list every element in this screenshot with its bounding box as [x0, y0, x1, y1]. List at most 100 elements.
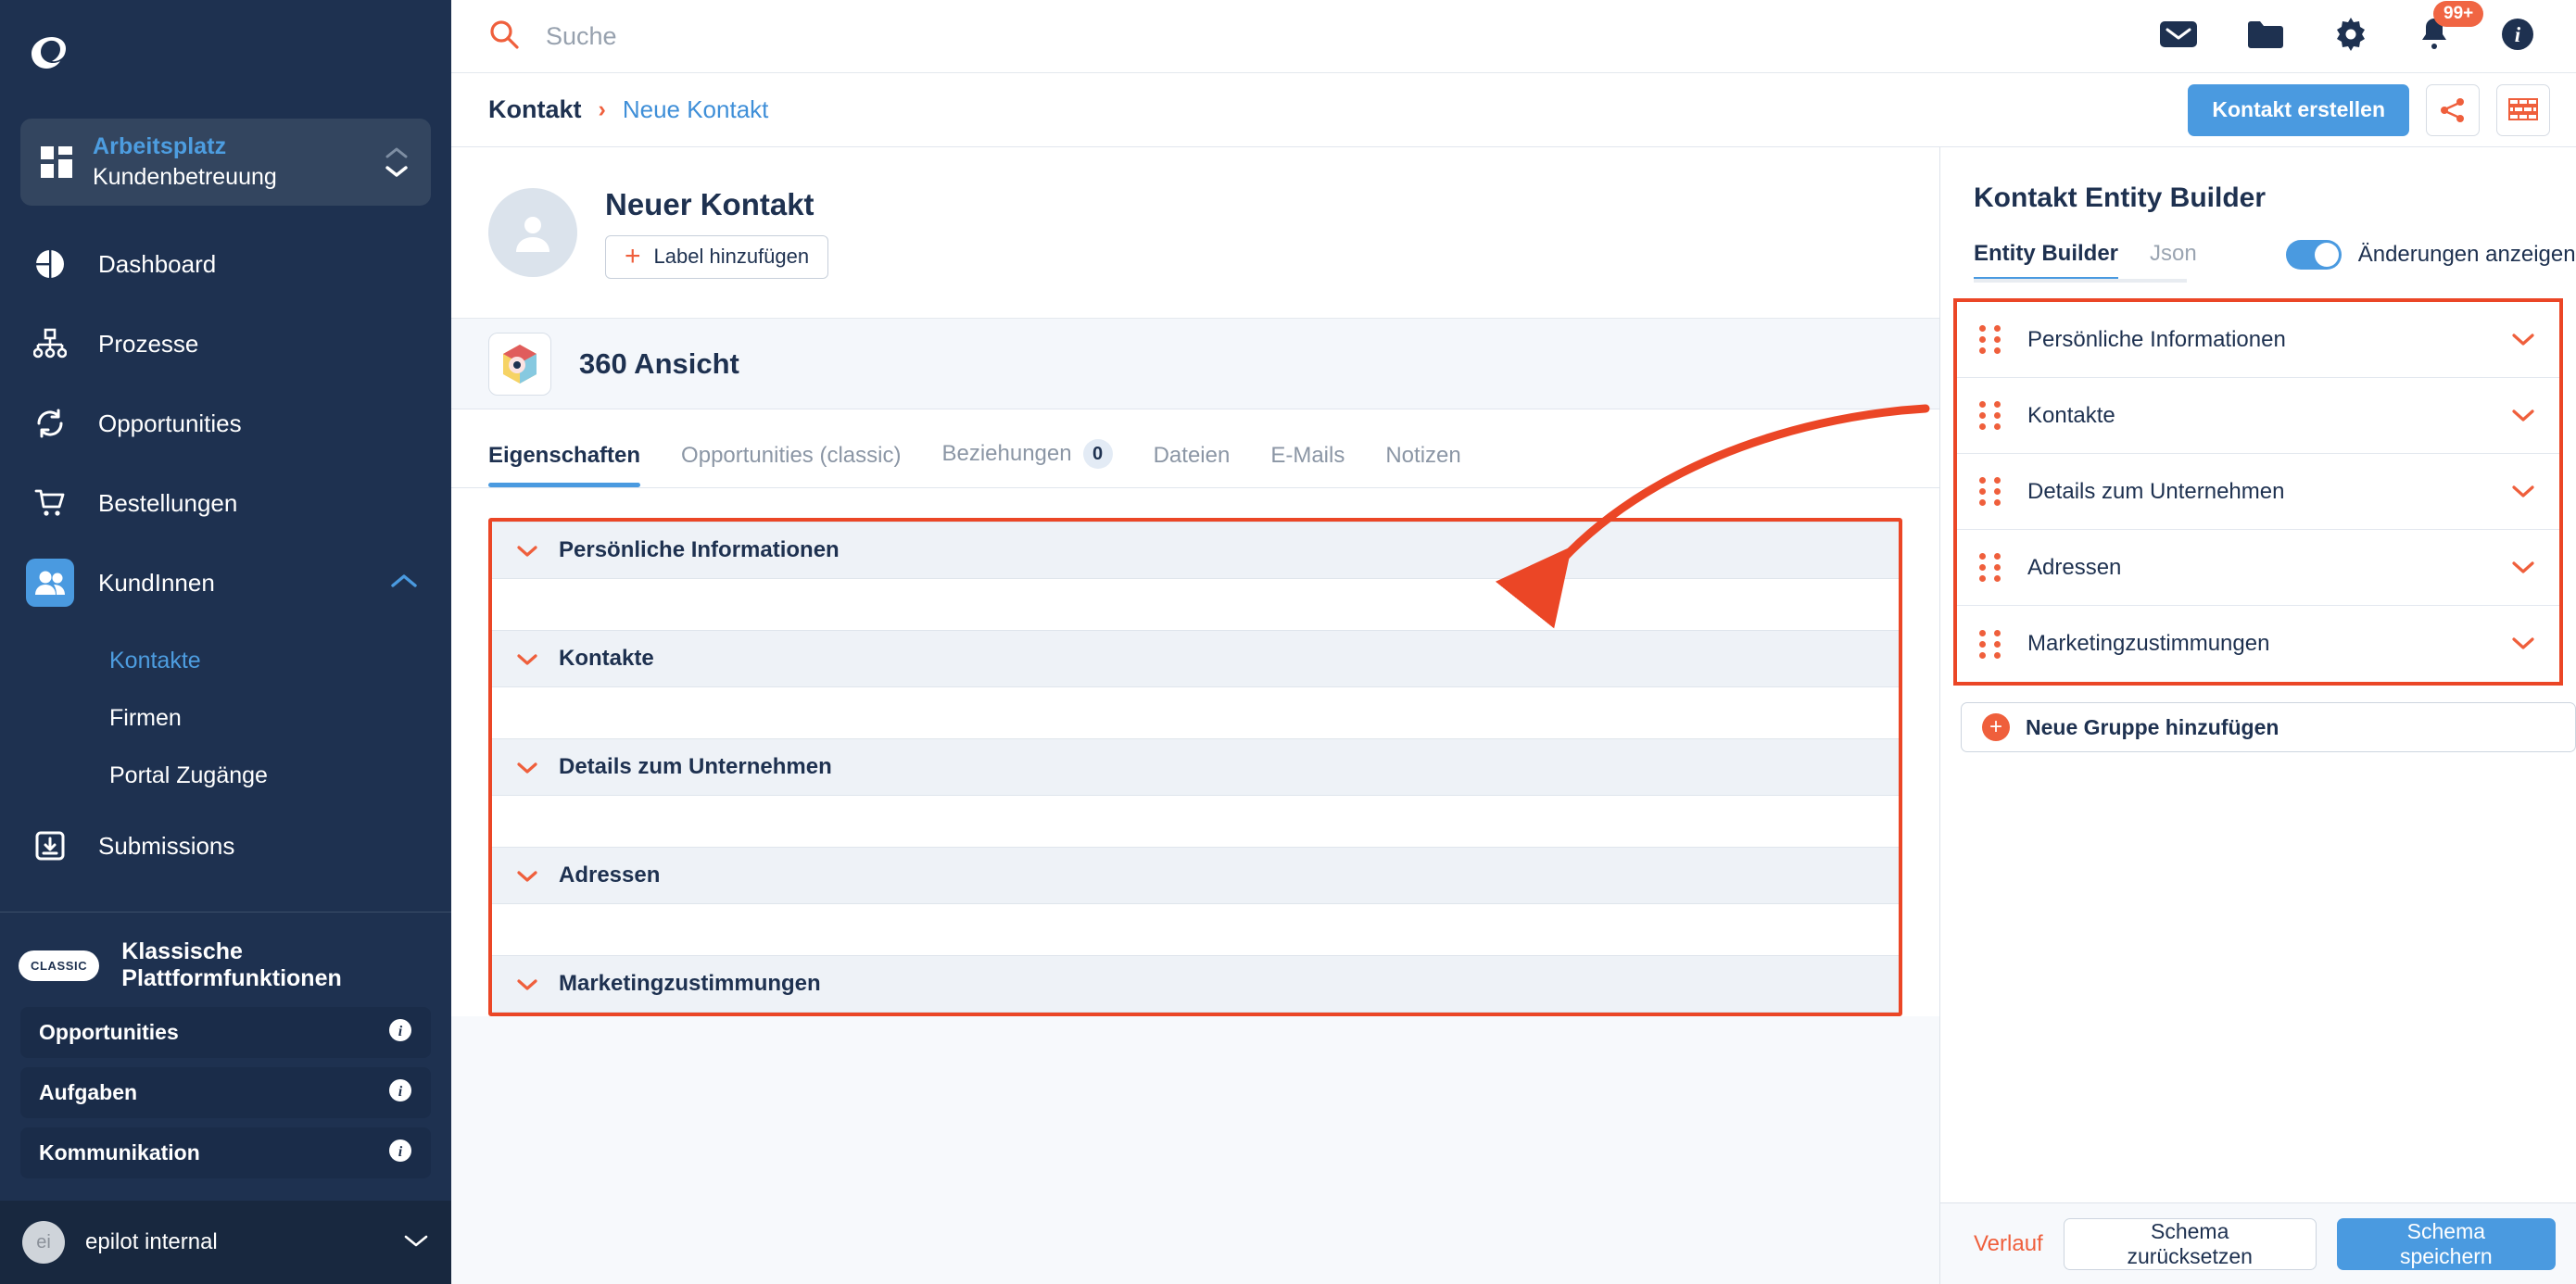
drag-handle-icon[interactable]	[1979, 477, 2001, 506]
contact-identity: Neuer Kontakt + Label hinzufügen	[605, 186, 829, 279]
chevron-down-icon[interactable]	[2511, 403, 2535, 429]
sidebar-item-label: Opportunities	[98, 409, 242, 437]
add-group-button[interactable]: + Neue Gruppe hinzufügen	[1961, 702, 2576, 752]
chevron-down-icon	[516, 540, 538, 561]
search-icon[interactable]	[488, 19, 520, 55]
chevron-down-icon[interactable]	[2511, 479, 2535, 505]
sidebar-subitem-label: Portal Zugänge	[109, 762, 268, 788]
workspace-selector[interactable]: Arbeitsplatz Kundenbetreuung	[20, 119, 431, 206]
breadcrumb-current[interactable]: Neue Kontakt	[623, 95, 769, 124]
drag-handle-icon[interactable]	[1979, 401, 2001, 430]
sidebar-item-label: Bestellungen	[98, 488, 238, 517]
cart-icon	[26, 479, 74, 527]
sidebar: Arbeitsplatz Kundenbetreuung Dashboard P…	[0, 0, 451, 1284]
accordion-header-details-zum-unternehmen[interactable]: Details zum Unternehmen	[492, 738, 1899, 796]
logo-area	[0, 0, 451, 111]
sidebar-item-kundinnen[interactable]: KundInnen	[0, 552, 451, 613]
accordion-header-adressen[interactable]: Adressen	[492, 847, 1899, 904]
classic-row-opportunities[interactable]: Opportunities i	[20, 1007, 431, 1058]
workspace-label: Arbeitsplatz	[93, 133, 227, 160]
accordion-body	[492, 904, 1899, 955]
sidebar-item-bestellungen[interactable]: Bestellungen	[0, 472, 451, 534]
chevron-up-icon[interactable]	[390, 573, 418, 593]
workspace-toggle-icons[interactable]	[383, 146, 410, 178]
entity-group-row[interactable]: Persönliche Informationen	[1957, 302, 2559, 378]
svg-text:i: i	[2515, 23, 2521, 46]
svg-text:i: i	[398, 1024, 403, 1039]
tab-label: E-Mails	[1270, 443, 1345, 468]
history-link[interactable]: Verlauf	[1974, 1231, 2043, 1257]
properties-accordion: Persönliche Informationen Kontakte Detai…	[488, 518, 1902, 1016]
classic-row-kommunikation[interactable]: Kommunikation i	[20, 1127, 431, 1178]
tab-emails[interactable]: E-Mails	[1250, 443, 1365, 487]
entity-group-row[interactable]: Kontakte	[1957, 378, 2559, 454]
info-icon[interactable]: i	[2500, 17, 2535, 57]
sidebar-item-kontakte[interactable]: Kontakte	[0, 632, 451, 689]
chevron-down-icon[interactable]	[403, 1233, 429, 1253]
classic-badge: CLASSIC	[19, 950, 100, 981]
tab-opportunities-classic[interactable]: Opportunities (classic)	[661, 443, 921, 487]
breadcrumb-root[interactable]: Kontakt	[488, 95, 582, 124]
entity-group-label: Persönliche Informationen	[2027, 326, 2286, 352]
user-account-bar[interactable]: ei epilot internal	[0, 1201, 451, 1284]
sidebar-item-opportunities[interactable]: Opportunities	[0, 393, 451, 454]
info-icon[interactable]: i	[388, 1139, 412, 1167]
tab-dateien[interactable]: Dateien	[1133, 443, 1251, 487]
entity-builder-panel: Kontakt Entity Builder Entity Builder Js…	[1939, 147, 2576, 1284]
notifications-button[interactable]: 99+	[2417, 0, 2484, 57]
sidebar-item-submissions[interactable]: Submissions	[0, 815, 451, 876]
sidebar-item-portal-zugaenge[interactable]: Portal Zugänge	[0, 747, 451, 804]
search-input[interactable]	[546, 21, 1194, 51]
reset-schema-button[interactable]: Schema zurücksetzen	[2063, 1217, 2317, 1270]
entity-group-row[interactable]: Marketingzustimmungen	[1957, 606, 2559, 682]
accordion-header-kontakte[interactable]: Kontakte	[492, 630, 1899, 687]
tab-eigenschaften[interactable]: Eigenschaften	[488, 443, 661, 487]
entity-group-row[interactable]: Details zum Unternehmen	[1957, 454, 2559, 530]
classic-row-label: Aufgaben	[39, 1080, 138, 1104]
mail-icon[interactable]	[2159, 19, 2198, 55]
tab-label: Notizen	[1385, 443, 1461, 468]
classic-row-label: Opportunities	[39, 1020, 179, 1044]
gear-icon[interactable]	[2333, 17, 2368, 57]
create-contact-button[interactable]: Kontakt erstellen	[2188, 83, 2409, 136]
info-icon[interactable]: i	[388, 1018, 412, 1047]
classic-row-aufgaben[interactable]: Aufgaben i	[20, 1067, 431, 1118]
drag-handle-icon[interactable]	[1979, 629, 2001, 659]
accordion-header-marketingzustimmungen[interactable]: Marketingzustimmungen	[492, 955, 1899, 1013]
sidebar-subitem-label: Firmen	[109, 704, 182, 731]
show-changes-toggle[interactable]	[2285, 240, 2342, 270]
blocks-button[interactable]	[2496, 83, 2550, 136]
tab-beziehungen[interactable]: Beziehungen 0	[921, 439, 1132, 487]
chevron-down-icon[interactable]	[2511, 555, 2535, 581]
tab-label: Dateien	[1153, 443, 1231, 468]
folder-icon[interactable]	[2246, 19, 2285, 55]
sidebar-item-firmen[interactable]: Firmen	[0, 689, 451, 747]
page-title: Neuer Kontakt	[605, 186, 814, 221]
accordion-header-persoenliche-informationen[interactable]: Persönliche Informationen	[492, 522, 1899, 579]
chevron-down-icon[interactable]	[2511, 631, 2535, 657]
accordion-group: Kontakte	[492, 630, 1899, 738]
entity-group-row[interactable]: Adressen	[1957, 530, 2559, 606]
top-bar: 99+ i	[451, 0, 2576, 73]
add-group-label: Neue Gruppe hinzufügen	[2026, 714, 2279, 739]
classic-section-title: Klassische Plattformfunktionen	[121, 938, 342, 991]
chevron-down-icon	[516, 648, 538, 670]
tab-label: Beziehungen	[941, 441, 1072, 466]
chevron-down-icon[interactable]	[2511, 327, 2535, 353]
share-button[interactable]	[2426, 83, 2480, 136]
tab-entity-builder[interactable]: Entity Builder	[1974, 241, 2119, 282]
top-icon-group: 99+ i	[2159, 0, 2548, 57]
sidebar-item-prozesse[interactable]: Prozesse	[0, 313, 451, 374]
epilot-logo-icon[interactable]	[24, 30, 76, 82]
drag-handle-icon[interactable]	[1979, 325, 2001, 354]
sidebar-item-label: Dashboard	[98, 249, 217, 278]
drag-handle-icon[interactable]	[1979, 553, 2001, 582]
save-schema-button[interactable]: Schema speichern	[2336, 1217, 2556, 1270]
entity-group-label: Marketingzustimmungen	[2027, 631, 2270, 656]
info-icon[interactable]: i	[388, 1078, 412, 1107]
sidebar-item-dashboard[interactable]: Dashboard	[0, 233, 451, 295]
tab-notizen[interactable]: Notizen	[1365, 443, 1481, 487]
add-label-button[interactable]: + Label hinzufügen	[605, 234, 829, 279]
tab-json[interactable]: Json	[2150, 241, 2197, 282]
sidebar-item-label: KundInnen	[98, 568, 215, 597]
